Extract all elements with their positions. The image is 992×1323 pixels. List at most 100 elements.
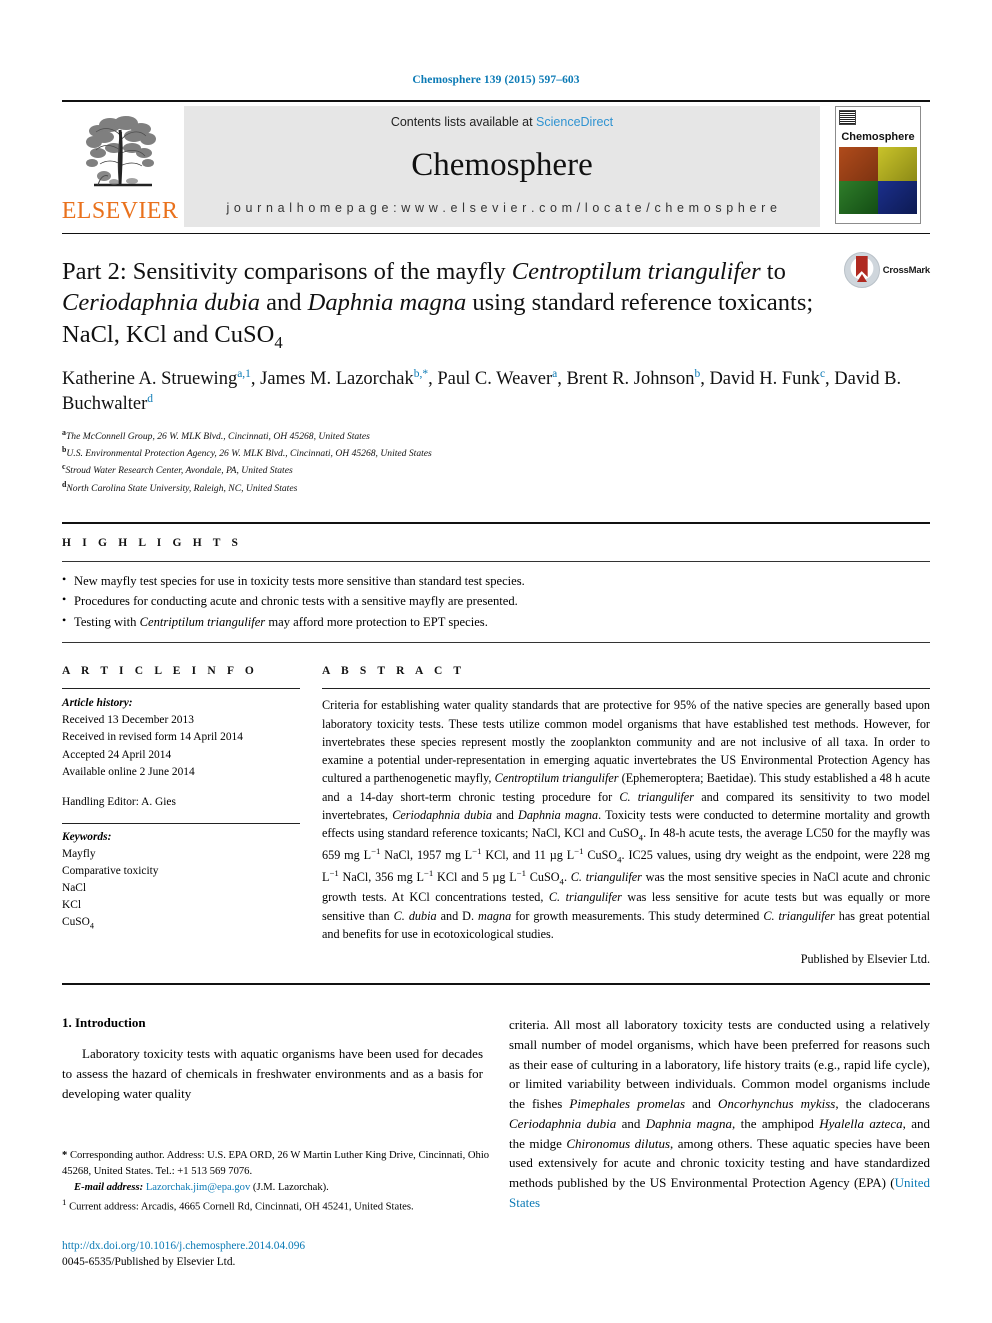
crossmark-label: CrossMark [882, 264, 931, 276]
affiliation-list: aThe McConnell Group, 26 W. MLK Blvd., C… [62, 427, 930, 497]
author-3: Paul C. Weaver [437, 369, 553, 390]
highlights-top-divider [62, 522, 930, 525]
affiliation-d: dNorth Carolina State University, Raleig… [62, 479, 930, 496]
crossmark-badge-group[interactable]: CrossMark [843, 252, 931, 288]
intro-species-3: Ceriodaphnia dubia [509, 1115, 617, 1131]
highlight-3-post: may afford more protection to EPT specie… [265, 614, 488, 629]
affiliation-b: bU.S. Environmental Protection Agency, 2… [62, 444, 930, 461]
abs-species-3: Ceriodaphnia dubia [392, 808, 492, 822]
doi-block: http://dx.doi.org/10.1016/j.chemosphere.… [62, 1238, 305, 1270]
info-abstract-row: A R T I C L E I N F O Article history: R… [62, 665, 930, 967]
affiliation-a-text: The McConnell Group, 26 W. MLK Blvd., Ci… [65, 430, 370, 442]
abs-seg-9: CuSO [583, 847, 618, 862]
author-6-sup: d [147, 393, 154, 406]
title-species-1: Centroptilum triangulifer [511, 258, 761, 285]
introduction-paragraph-right: criteria. All most all laboratory toxici… [509, 1015, 930, 1213]
abs-seg-8: KCl, and 11 µg L [481, 847, 575, 862]
elsevier-tree-icon [86, 116, 156, 187]
body-column-right: criteria. All most all laboratory toxici… [509, 1015, 930, 1213]
abs-species-4: Daphnia magna [518, 808, 599, 822]
abs-species-7: C. dubia [393, 908, 437, 923]
cover-elsevier-mark-icon [839, 110, 856, 125]
highlight-2-text: Procedures for conducting acute and chro… [74, 594, 518, 609]
author-5-sup: c [819, 367, 826, 380]
author-2: James M. Lazorchak [260, 369, 414, 390]
title-species-2: Ceriodaphnia dubia [62, 289, 261, 317]
abs-species-5: C. triangulifer [570, 869, 642, 884]
footnote-block: * Corresponding author. Address: U.S. EP… [62, 1148, 496, 1215]
cover-artwork [839, 147, 917, 214]
author-4-sup: b [694, 367, 701, 380]
abs-sup-6: −1 [516, 867, 526, 878]
doi-link[interactable]: http://dx.doi.org/10.1016/j.chemosphere.… [62, 1238, 305, 1254]
intro-species-5: Hyalella azteca [819, 1115, 903, 1131]
title-part-4: using standard reference [466, 289, 712, 317]
masthead-banner: Contents lists available at ScienceDirec… [184, 106, 820, 227]
intro-seg-5: , the amphipod [732, 1115, 820, 1131]
abs-seg-18: for growth measurements. This study dete… [511, 908, 764, 923]
journal-cover-thumbnail: Chemosphere [826, 102, 930, 233]
highlight-item: Procedures for conducting acute and chro… [62, 590, 930, 611]
highlights-section: H I G H L I G H T S New mayfly test spec… [62, 522, 930, 644]
affiliation-d-text: North Carolina State University, Raleigh… [66, 482, 298, 494]
author-1-sup: a,1 [237, 367, 251, 380]
title-block: CrossMark Part 2: Sensitivity comparison… [62, 234, 930, 496]
contents-available-line: Contents lists available at ScienceDirec… [391, 115, 613, 129]
history-accepted: Accepted 24 April 2014 [62, 748, 172, 761]
author-5: David H. Funk [709, 369, 820, 390]
footnote-email-label: E-mail address: [74, 1181, 144, 1193]
author-list: Katherine A. Struewinga,1, James M. Lazo… [62, 367, 902, 415]
article-history-label: Article history: [62, 697, 133, 710]
abstract-heading: A B S T R A C T [322, 665, 466, 678]
page-title: Part 2: Sensitivity comparisons of the m… [62, 256, 930, 353]
abs-species-8: magna [478, 908, 512, 923]
abs-seg-4: and [491, 808, 519, 822]
abs-seg-7: NaCl, 1957 mg L [380, 847, 473, 862]
history-received: Received 13 December 2013 [62, 714, 194, 727]
affiliation-a: aThe McConnell Group, 26 W. MLK Blvd., C… [62, 427, 930, 444]
article-info-column: A R T I C L E I N F O Article history: R… [62, 665, 300, 967]
introduction-heading: 1. Introduction [62, 1015, 146, 1031]
highlights-list: New mayfly test species for use in toxic… [62, 562, 930, 642]
abs-species-2: C. triangulifer [619, 789, 694, 804]
keywords-label: Keywords: [62, 830, 112, 843]
highlights-heading: H I G H L I G H T S [62, 537, 243, 550]
sciencedirect-link[interactable]: ScienceDirect [536, 115, 613, 129]
footnote-corresponding: * Corresponding author. Address: U.S. EP… [62, 1148, 496, 1180]
intro-seg-3: , the cladocerans [835, 1096, 930, 1112]
footnote-corresponding-text: Corresponding author. Address: U.S. EPA … [62, 1150, 490, 1177]
highlight-item: New mayfly test species for use in toxic… [62, 570, 930, 591]
handling-editor: Handling Editor: A. Gies [62, 795, 176, 808]
contents-text: Contents lists available at [390, 115, 537, 129]
title-species-3: Daphnia magna [307, 289, 467, 317]
abs-seg-14: . [563, 869, 571, 884]
affiliation-b-text: U.S. Environmental Protection Agency, 26… [66, 448, 432, 460]
author-1: Katherine A. Struewing [62, 369, 238, 390]
abs-seg-11: NaCl, 356 mg L [338, 869, 424, 884]
footnote-current-text: Current address: Arcadis, 4665 Cornell R… [66, 1201, 414, 1213]
journal-masthead: ELSEVIER Contents lists available at Sci… [62, 100, 930, 233]
highlight-item: Testing with Centriptilum triangulifer m… [62, 611, 930, 632]
abs-species-6: C. triangulifer [548, 890, 622, 905]
crossmark-icon [843, 252, 880, 288]
intro-species-6: Chironomus dilutus [566, 1135, 671, 1151]
history-online: Available online 2 June 2014 [62, 765, 195, 778]
abs-species-1: Centroptilum triangulifer [494, 771, 619, 786]
title-part-3: and [260, 289, 308, 317]
intro-seg-4: and [616, 1115, 646, 1131]
author-4: Brent R. Johnson [566, 369, 695, 390]
issn-line: 0045-6535/Published by Elsevier Ltd. [62, 1256, 236, 1269]
intro-species-1: Pimephales promelas [569, 1096, 686, 1112]
keywords-list: Mayfly Comparative toxicity NaCl KCl CuS… [62, 846, 300, 933]
abs-sup-1: −1 [371, 845, 381, 856]
abstract-text: Criteria for establishing water quality … [322, 689, 930, 943]
affiliation-c-text: Stroud Water Research Center, Avondale, … [65, 465, 293, 477]
keywords-rule [62, 822, 300, 824]
title-part-2: to [766, 258, 786, 285]
footnote-email-link[interactable]: Lazorchak.jim@epa.gov [146, 1182, 250, 1193]
highlights-bottom-rule [62, 642, 930, 644]
elsevier-wordmark: ELSEVIER [61, 198, 179, 224]
journal-homepage-line[interactable]: j o u r n a l h o m e p a g e : w w w . … [226, 201, 777, 215]
footnote-email: E-mail address: Lazorchak.jim@epa.gov (J… [62, 1180, 496, 1196]
keyword-subscript: 4 [89, 921, 94, 931]
